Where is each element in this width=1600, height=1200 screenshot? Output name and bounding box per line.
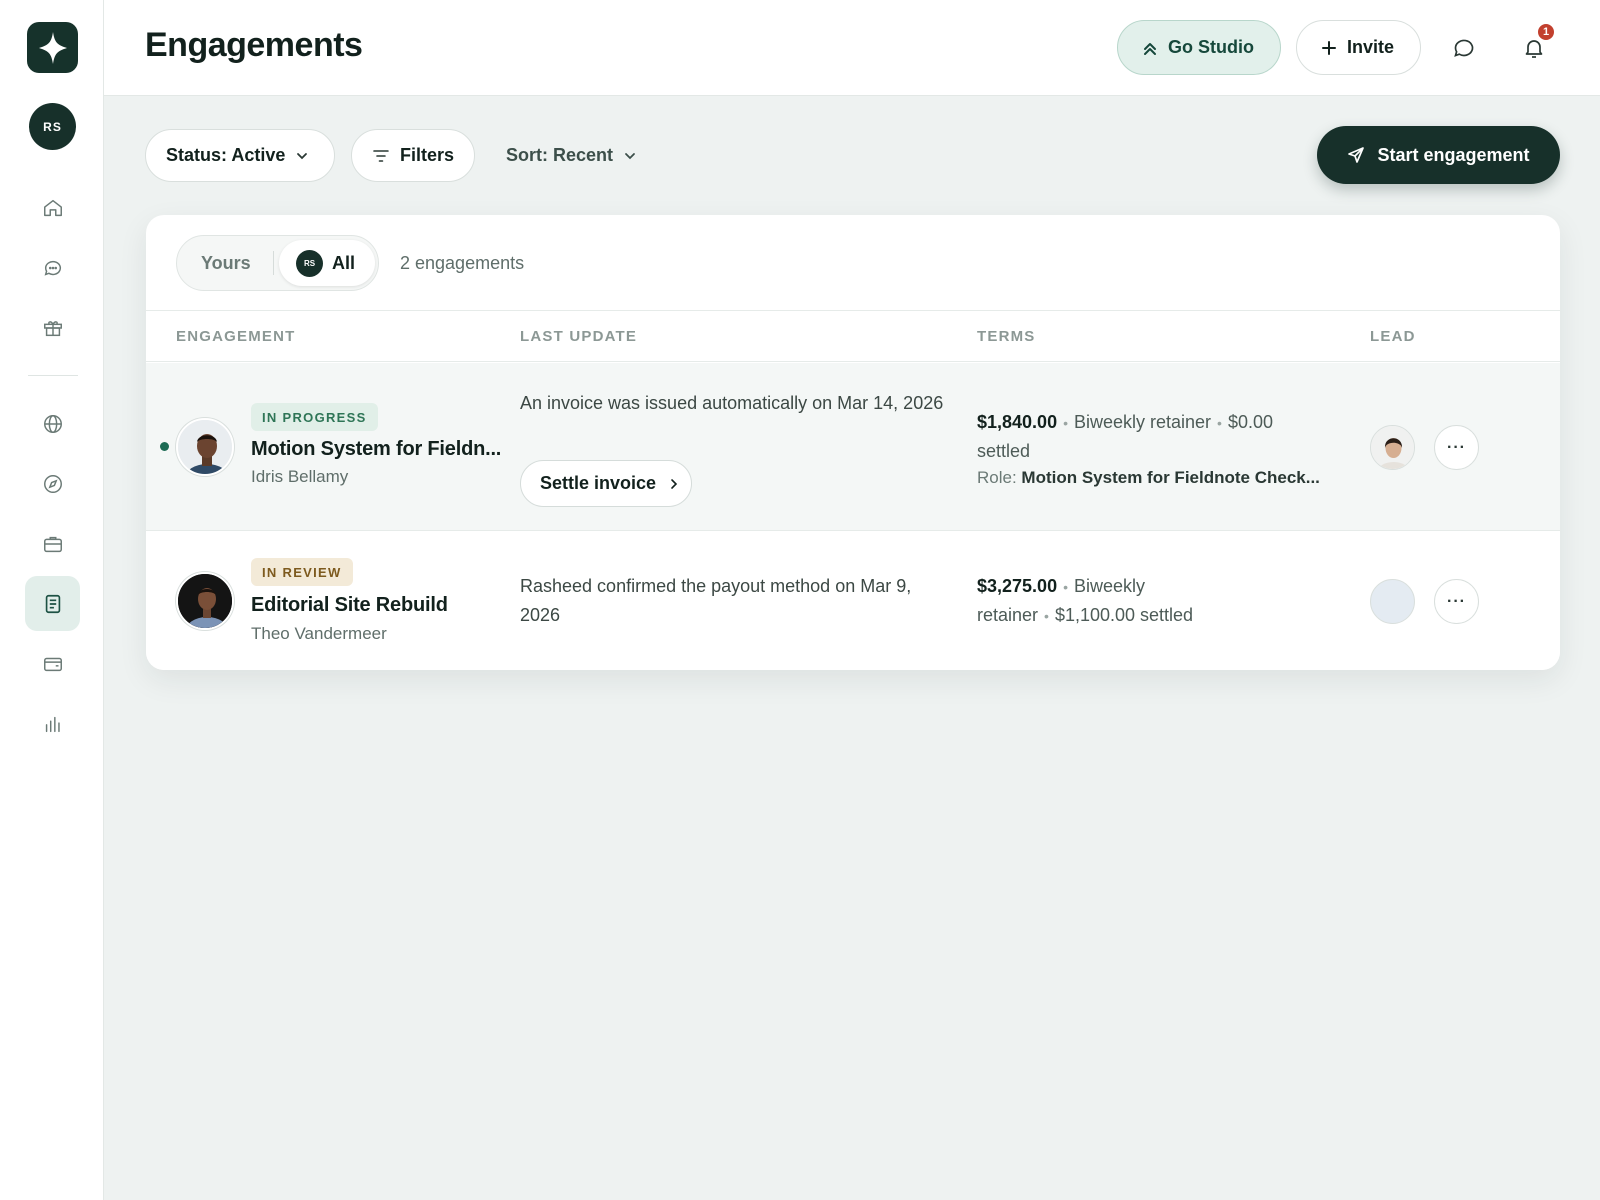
sort-label: Sort: Recent [506,145,614,165]
person-photo-icon [1371,426,1414,469]
page-title: Engagements [145,26,363,64]
scope-all-tab[interactable]: RS All [279,240,375,286]
settle-invoice-label: Settle invoice [540,473,657,493]
chat-icon [44,260,61,276]
last-update-text: Rasheed confirmed the payout method on M… [520,576,912,625]
row-more-button[interactable]: ··· [1434,579,1479,624]
top-header: Engagements Go Studio Invite 1 [104,0,1600,96]
settle-invoice-button[interactable]: Settle invoice [520,460,692,507]
lead-avatar-placeholder[interactable] [1370,579,1415,624]
home-icon [43,199,62,216]
client-name: Theo Vandermeer [251,624,387,643]
client-name: Idris Bellamy [251,467,349,486]
go-studio-button[interactable]: Go Studio [1117,20,1281,75]
scope-toggle: Yours RS All [176,235,379,291]
briefcase-icon [43,536,62,552]
column-engagement: ENGAGEMENT [176,327,296,345]
scope-avatar: RS [296,249,323,277]
role-label: Role: [977,468,1017,487]
scope-all-label: All [332,252,356,273]
chevron-down-icon [625,152,635,159]
sidebar-item-analytics[interactable] [25,696,80,751]
filters-label: Filters [399,145,454,165]
client-avatar [176,418,234,476]
status-badge: IN PROGRESS [251,403,378,431]
lead-avatar[interactable] [1370,425,1415,470]
scope-yours-tab[interactable]: Yours [201,236,251,290]
unread-indicator [160,442,169,451]
wallet-icon [43,657,62,671]
client-avatar [176,572,234,630]
terms-text: $1,840.00 • Biweekly retainer • $0.00 settle… [977,412,1273,461]
chevron-right-icon [671,478,678,489]
filters-button[interactable]: Filters [351,129,475,182]
engagements-card: Yours RS All 2 engagements ENGAGEMENT LA… [146,215,1560,670]
start-engagement-label: Start engagement [1377,144,1530,165]
globe-icon [43,414,62,433]
invite-label: Invite [1347,37,1395,57]
person-photo-icon [178,574,232,628]
sidebar-item-discover[interactable] [25,456,80,511]
person-photo-icon [178,420,232,474]
invite-button[interactable]: Invite [1296,20,1421,75]
column-terms: TERMS [977,327,1036,345]
chevron-down-icon [297,152,308,159]
column-last-update: LAST UPDATE [520,327,638,345]
document-icon [45,594,60,613]
sort-dropdown[interactable]: Sort: Recent [506,129,637,182]
last-update-text: An invoice was issued automatically on M… [520,393,944,413]
engagement-count: 2 engagements [400,252,525,273]
terms-text: $3,275.00 • Biweekly retainer • $1,100.00 se… [977,576,1194,625]
app-logo[interactable] [27,22,78,73]
filter-icon [373,149,389,162]
role-line: Role: Motion System for Fieldnote Check.… [977,468,1320,488]
notification-badge: 1 [1536,22,1556,42]
sidebar-item-messages[interactable] [25,240,80,295]
sidebar-item-explore[interactable] [25,396,80,451]
status-filter-label: Status: Active [166,145,286,165]
table-row[interactable]: IN PROGRESS Motion System for Fieldn... … [146,363,1560,531]
gift-icon [43,320,62,336]
engagement-title[interactable]: Motion System for Fieldn... [251,438,501,461]
start-engagement-button[interactable]: Start engagement [1317,126,1560,184]
sidebar-item-jobs[interactable] [25,516,80,571]
scope-divider [273,251,274,275]
chevrons-up-icon [1144,42,1156,55]
role-value: Motion System for Fieldnote Check... [1021,468,1320,487]
terms-settled: $1,100.00 settled [1054,605,1194,625]
sidebar-item-payments[interactable] [25,636,80,691]
table-row[interactable]: IN REVIEW Editorial Site Rebuild Theo Va… [146,532,1560,670]
sidebar-item-rewards[interactable] [25,300,80,355]
sidebar-item-home[interactable] [25,180,80,235]
table-header: ENGAGEMENT LAST UPDATE TERMS LEAD [146,310,1560,362]
terms-amount: $1,840.00 [977,412,1058,432]
sparkle-icon [38,31,67,64]
messages-button[interactable] [1444,28,1484,68]
terms-cadence: Biweekly retainer [1073,412,1212,432]
sidebar: RS [0,0,104,1200]
send-icon [1348,147,1365,163]
row-more-button[interactable]: ··· [1434,425,1479,470]
sidebar-divider [28,375,78,376]
chart-icon [45,716,60,732]
status-filter-dropdown[interactable]: Status: Active [145,129,335,182]
user-avatar[interactable]: RS [29,103,76,150]
status-badge: IN REVIEW [251,558,353,586]
column-lead: LEAD [1370,327,1416,345]
terms-amount: $3,275.00 [977,576,1058,596]
go-studio-label: Go Studio [1168,37,1254,57]
plus-icon [1322,40,1336,55]
notifications-button[interactable]: 1 [1514,22,1556,68]
compass-icon [43,474,62,493]
chat-bubble-icon [1454,39,1474,57]
sidebar-item-engagements[interactable] [25,576,80,631]
engagement-title[interactable]: Editorial Site Rebuild [251,594,448,617]
